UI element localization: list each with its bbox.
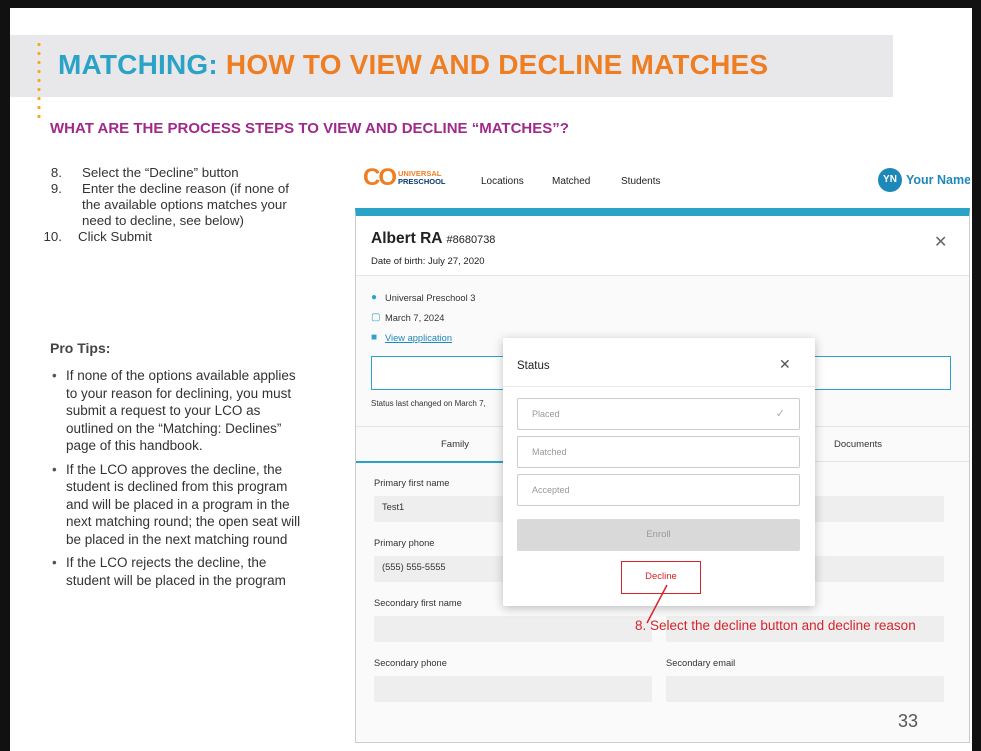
step-text: Enter the decline reason (if none of the… (82, 181, 289, 228)
step-text: Click Submit (78, 229, 152, 244)
secondary-email-label: Secondary email (666, 658, 736, 668)
close-icon[interactable]: ✕ (779, 356, 791, 373)
dotted-accent (37, 40, 41, 118)
step-number: 9. (50, 181, 62, 196)
location-name: Universal Preschool 3 (385, 292, 476, 303)
title-bar: MATCHING: HOW TO VIEW AND DECLINE MATCHE… (10, 35, 893, 118)
calendar-icon: ▢ (371, 312, 381, 323)
check-icon: ✓ (775, 408, 785, 420)
step-text: Select the “Decline” button (82, 165, 239, 180)
logo-text: UNIVERSAL PRESCHOOL (398, 169, 446, 186)
status-changed-text: Status last changed on March 7, (371, 399, 486, 408)
pro-tip: If the LCO rejects the decline, the stud… (50, 554, 310, 589)
primary-first-name-label: Primary first name (374, 478, 450, 488)
secondary-phone-label: Secondary phone (374, 658, 447, 668)
step-number: 10. (43, 229, 63, 244)
date-of-birth: Date of birth: July 27, 2020 (371, 256, 485, 267)
option-accepted[interactable]: Accepted (517, 474, 800, 506)
nav-matched[interactable]: Matched (552, 176, 590, 187)
tab-family[interactable]: Family (441, 439, 469, 450)
annotation-text: 8. Select the decline button and decline… (635, 618, 916, 633)
view-application-link[interactable]: View application (385, 333, 452, 343)
top-nav: CO UNIVERSAL PRESCHOOL Locations Matched… (345, 158, 970, 198)
secondary-first-name-field[interactable] (374, 616, 652, 642)
logo-mark: CO (363, 164, 397, 191)
user-name[interactable]: Your Name (906, 173, 970, 187)
primary-phone-label: Primary phone (374, 538, 435, 548)
nav-students[interactable]: Students (621, 176, 660, 187)
student-name: Albert RA #8680738 (371, 230, 496, 247)
annotation-pointer (646, 584, 668, 624)
subtitle: WHAT ARE THE PROCESS STEPS TO VIEW AND D… (50, 120, 569, 137)
steps-list: 8. Select the “Decline” button 9. Enter … (30, 165, 330, 245)
app-screenshot: CO UNIVERSAL PRESCHOOL Locations Matched… (345, 158, 970, 743)
secondary-phone-field[interactable] (374, 676, 652, 702)
active-tab-indicator (356, 461, 516, 463)
status-modal: Status ✕ Placed ✓ Matched Accepted Enrol… (503, 338, 815, 606)
pro-tips-title: Pro Tips: (50, 340, 111, 356)
student-header: Albert RA #8680738 Date of birth: July 27… (356, 216, 969, 276)
pro-tips-list: If none of the options available applies… (50, 367, 310, 595)
view-application-row[interactable]: ■ View application (371, 332, 452, 343)
student-id: #8680738 (446, 234, 496, 246)
page-title: MATCHING: HOW TO VIEW AND DECLINE MATCHE… (58, 49, 768, 81)
document-icon: ■ (371, 332, 378, 343)
modal-title: Status (517, 360, 550, 372)
date-row: ▢ March 7, 2024 (371, 312, 444, 323)
divider (503, 386, 815, 387)
nav-locations[interactable]: Locations (481, 176, 524, 187)
pro-tip: If the LCO approves the decline, the stu… (50, 461, 310, 549)
title-prefix: MATCHING: (58, 49, 218, 80)
option-matched[interactable]: Matched (517, 436, 800, 468)
step-item: 9. Enter the decline reason (if none of … (30, 181, 330, 229)
enroll-button[interactable]: Enroll (517, 519, 800, 551)
secondary-first-name-label: Secondary first name (374, 598, 462, 608)
slide: MATCHING: HOW TO VIEW AND DECLINE MATCHE… (10, 8, 972, 751)
location-pin-icon: ● (371, 292, 378, 303)
avatar[interactable]: YN (878, 168, 902, 192)
option-placed[interactable]: Placed ✓ (517, 398, 800, 430)
step-number: 8. (50, 165, 62, 180)
tab-documents[interactable]: Documents (834, 439, 882, 450)
match-date: March 7, 2024 (385, 312, 445, 323)
page-number: 33 (898, 711, 919, 731)
title-main: HOW TO VIEW AND DECLINE MATCHES (225, 49, 769, 80)
secondary-email-field[interactable] (666, 676, 944, 702)
logo[interactable]: CO UNIVERSAL PRESCHOOL (363, 164, 446, 191)
pro-tip: If none of the options available applies… (50, 367, 310, 455)
step-item: 10. Click Submit (30, 229, 330, 245)
location-row: ● Universal Preschool 3 (371, 292, 475, 303)
step-item: 8. Select the “Decline” button (30, 165, 330, 181)
close-icon[interactable]: ✕ (934, 232, 947, 252)
